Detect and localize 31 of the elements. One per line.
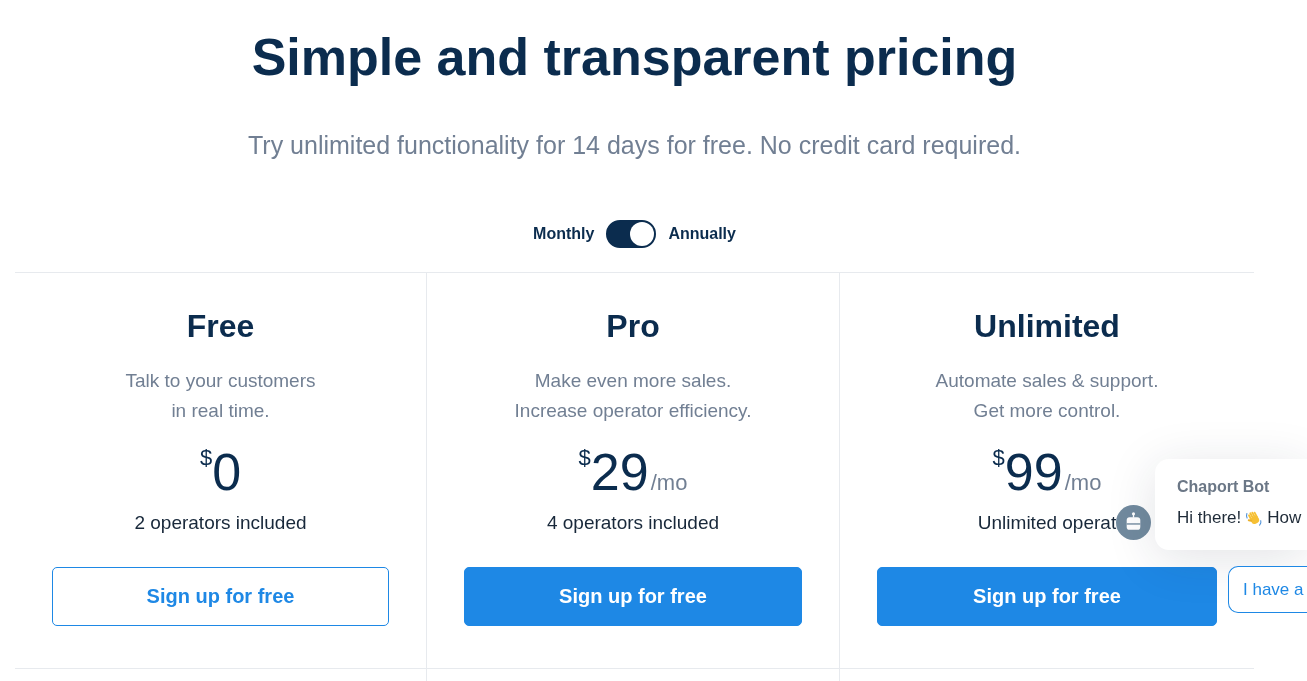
sign-up-button[interactable]: Sign up for free: [464, 567, 802, 626]
billing-option-label[interactable]: Monthly: [533, 225, 595, 243]
plan-description: Talk to your customers in real time.: [125, 369, 316, 423]
page-subtitle: Try unlimited functionality for 14 days for free. No credit card required.: [248, 130, 1021, 161]
plan-name: Free: [186, 307, 255, 346]
currency-symbol: $: [199, 446, 213, 470]
price-period: /mo: [650, 470, 688, 496]
billing-toggle-switch[interactable]: [606, 220, 657, 248]
quick-reply-button[interactable]: I have a: [1228, 566, 1307, 613]
price-amount: 99: [1004, 442, 1063, 502]
chat-sender-name: Chaport Bot: [1177, 477, 1271, 497]
operators-included-text: 4 operators included: [546, 511, 720, 535]
chat-message-text: How: [1267, 507, 1302, 529]
plan-description: Automate sales & support. Get more control.: [935, 369, 1159, 423]
plan-name: Pro: [606, 307, 660, 346]
operators-included-text: Unlimited operat: [977, 511, 1117, 535]
sign-up-button[interactable]: Sign up for free: [877, 567, 1217, 626]
operators-included-text: 2 operators included: [134, 511, 307, 535]
currency-symbol: $: [578, 446, 591, 470]
billing-option-label[interactable]: Annually: [668, 225, 736, 243]
plan-description: Make even more sales. Increase operator efficiency.: [514, 369, 752, 423]
waving-hand-icon: [1245, 509, 1264, 527]
bot-avatar-icon: [1116, 505, 1151, 540]
price-amount: 0: [212, 442, 242, 502]
price-period: /mo: [1064, 470, 1102, 496]
currency-symbol: $: [992, 446, 1005, 470]
plan-name: Unlimited: [974, 307, 1120, 346]
sign-up-button[interactable]: Sign up for free: [52, 567, 389, 626]
page-title: Simple and transparent pricing: [251, 27, 1018, 88]
chat-message-text: Hi there!: [1177, 507, 1242, 529]
price-amount: 29: [590, 442, 649, 502]
